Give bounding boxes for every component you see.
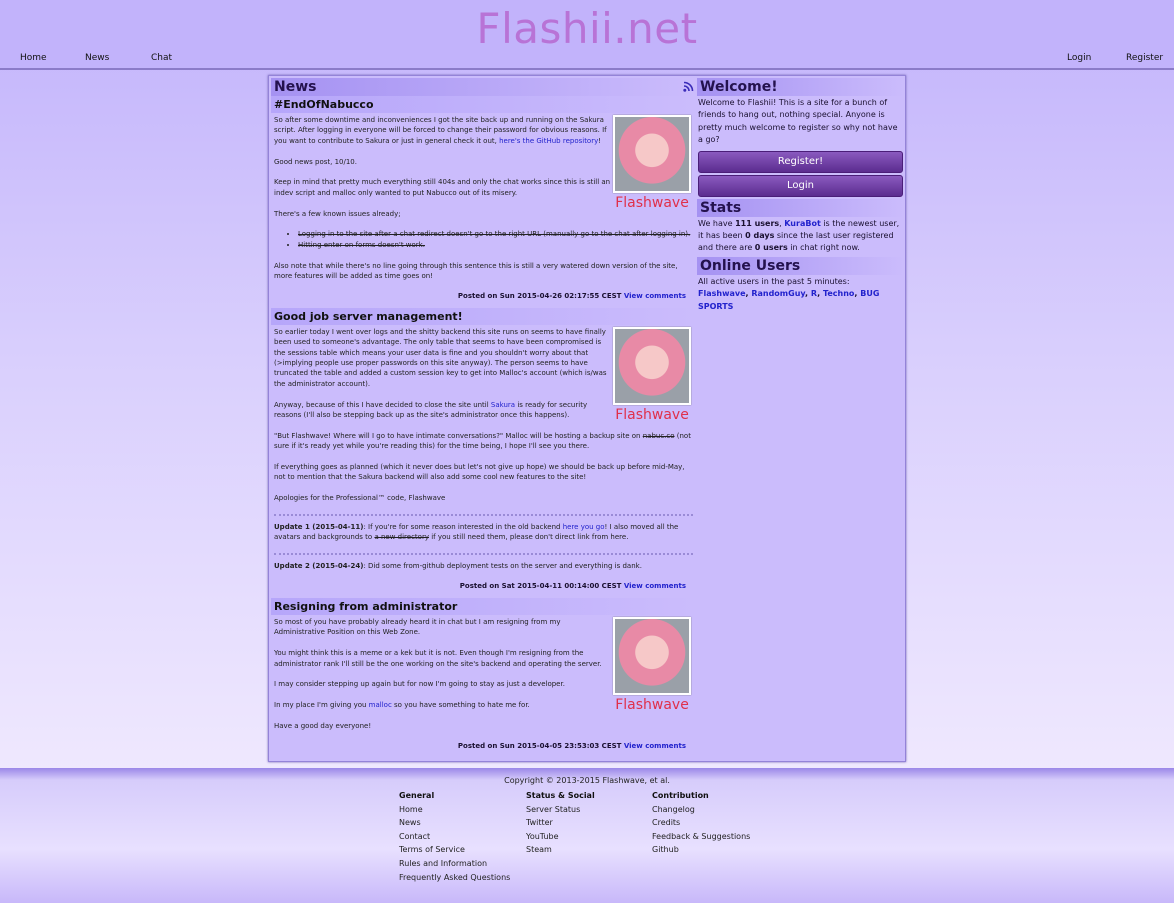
footer-link[interactable]: Frequently Asked Questions [399, 871, 510, 885]
post-title[interactable]: Good job server management! [271, 307, 696, 325]
post-date: Sat 2015-04-11 00:14:00 CEST [501, 582, 622, 591]
welcome-title: Welcome! [697, 78, 904, 96]
footer-link[interactable]: Feedback & Suggestions [652, 830, 750, 844]
avatar-image [613, 115, 691, 193]
author-name: Flashwave [615, 697, 689, 714]
divider [274, 514, 693, 517]
online-text: All active users in the past 5 minutes: [698, 276, 850, 286]
avatar-image [613, 326, 691, 405]
post-date: Sun 2015-04-26 02:17:55 CEST [499, 291, 622, 300]
post-text: Apologies for the Professional™ code, Fl… [274, 494, 446, 503]
post-body: Flashwave So earlier today I went over l… [271, 325, 696, 572]
sakura-link[interactable]: Sakura [491, 401, 515, 409]
stats-text: We have 111 users, KuraBot is the newest… [698, 218, 900, 253]
post-text: ! [598, 136, 602, 145]
footer-link[interactable]: Steam [526, 843, 595, 857]
post-text: Also note that while there's no line goi… [274, 261, 678, 281]
online-user-link[interactable]: Flashwave [698, 289, 746, 298]
site-footer: Copyright © 2013-2015 Flashwave, et al. … [0, 768, 1174, 903]
post-title[interactable]: Resigning from administrator [271, 598, 696, 616]
newest-user-link[interactable]: KuraBot [784, 219, 821, 228]
post-title[interactable]: #EndOfNabucco [271, 96, 696, 113]
author-avatar[interactable]: Flashwave [612, 617, 692, 714]
author-name: Flashwave [615, 195, 689, 211]
post-date: Sun 2015-04-05 23:53:03 CEST [499, 741, 622, 750]
login-button[interactable]: Login [698, 174, 903, 197]
post-text: Have a good day everyone! [274, 722, 372, 731]
site-logo[interactable]: Flashii.net [0, 4, 1174, 53]
news-post: Resigning from administrator Flashwave S… [271, 598, 696, 758]
footer-link[interactable]: News [399, 816, 510, 830]
user-count: 111 users [735, 218, 780, 228]
register-button[interactable]: Register! [698, 150, 903, 173]
post-text: If everything goes as planned (which it … [274, 463, 685, 482]
online-user-link[interactable]: RandomGuy [751, 289, 805, 298]
footer-link[interactable]: Server Status [526, 803, 595, 817]
author-name: Flashwave [615, 406, 689, 423]
rss-icon[interactable] [683, 81, 694, 95]
post-body: Flashwave So after some downtime and inc… [271, 113, 696, 281]
online-users: All active users in the past 5 minutes: … [697, 275, 904, 315]
footer-link[interactable]: Contact [399, 830, 510, 844]
malloc-link[interactable]: malloc [369, 701, 392, 709]
avatar-image [613, 617, 691, 696]
post-meta: Posted on Sun 2015-04-05 23:53:03 CEST V… [457, 741, 686, 750]
divider [274, 553, 693, 556]
nav-chat[interactable]: Chat [151, 53, 172, 63]
online-user-link[interactable]: R [811, 289, 817, 298]
news-title: News [274, 79, 317, 95]
author-avatar[interactable]: Flashwave [612, 326, 692, 424]
stats-title: Stats [697, 198, 904, 217]
footer-general: General Home News Contact Terms of Servi… [399, 789, 510, 884]
site-header: Flashii.net Home News Chat Login Registe… [0, 0, 1174, 70]
issues-list: Logging in to the site after a chat redi… [274, 229, 693, 250]
news-column: News #EndOfNabucco Flashwave So after so… [271, 78, 696, 758]
news-post: Good job server management! Flashwave So… [271, 307, 696, 598]
nav-login[interactable]: Login [1067, 53, 1091, 63]
footer-status: Status & Social Server Status Twitter Yo… [526, 789, 595, 857]
footer-link[interactable]: Changelog [652, 803, 750, 817]
days-count: 0 days [745, 231, 775, 241]
footer-link[interactable]: Credits [652, 816, 750, 830]
nav-register[interactable]: Register [1126, 53, 1163, 63]
footer-link[interactable]: Github [652, 843, 750, 857]
view-comments-link[interactable]: View comments [624, 582, 686, 590]
list-item: Logging in to the site after a chat redi… [298, 229, 693, 239]
footer-link[interactable]: Terms of Service [399, 843, 510, 857]
online-title: Online Users [697, 256, 904, 275]
view-comments-link[interactable]: View comments [624, 292, 686, 300]
post-body: Flashwave So most of you have probably a… [271, 615, 696, 731]
footer-link[interactable]: Rules and Information [399, 857, 510, 871]
copyright: Copyright © 2013-2015 Flashwave, et al. [504, 776, 670, 785]
view-comments-link[interactable]: View comments [624, 742, 686, 750]
post-meta: Posted on Sat 2015-04-11 00:14:00 CEST V… [459, 582, 686, 591]
chat-user-count: 0 users [754, 243, 788, 253]
news-post: #EndOfNabucco Flashwave So after some do… [271, 96, 696, 308]
nav-news[interactable]: News [85, 53, 109, 63]
old-backend-link[interactable]: here you go [563, 523, 605, 531]
github-link[interactable]: here's the GitHub repository [499, 137, 598, 145]
footer-link[interactable]: Twitter [526, 816, 595, 830]
welcome-text: Welcome to Flashii! This is a site for a… [698, 98, 898, 145]
content-container: News #EndOfNabucco Flashwave So after so… [268, 75, 906, 762]
list-item: Hitting enter on forms doesn't work. [298, 240, 693, 250]
author-avatar[interactable]: Flashwave [612, 115, 692, 212]
online-user-link[interactable]: Techno [823, 289, 854, 298]
post-meta: Posted on Sun 2015-04-26 02:17:55 CEST V… [457, 291, 686, 300]
sidebar: Welcome! Welcome to Flashii! This is a s… [697, 78, 904, 315]
nav-home[interactable]: Home [20, 53, 47, 63]
news-header: News [271, 78, 696, 96]
footer-link[interactable]: YouTube [526, 830, 595, 844]
footer-link[interactable]: Home [399, 803, 510, 817]
footer-contribution: Contribution Changelog Credits Feedback … [652, 789, 750, 857]
